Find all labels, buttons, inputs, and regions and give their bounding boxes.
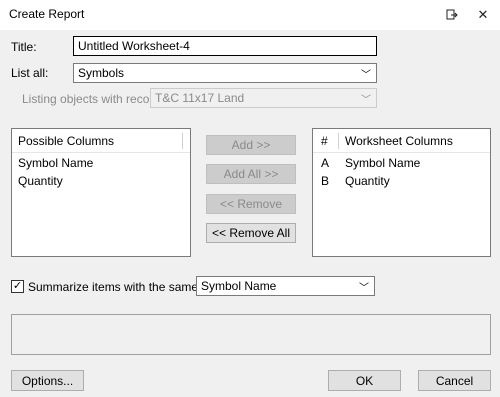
listing-record-dropdown[interactable]: T&C 11x17 Land ﹀ (150, 88, 377, 108)
ok-button[interactable]: OK (328, 370, 401, 391)
restore-window-icon-graphic (446, 9, 458, 20)
possible-columns-header-label: Possible Columns (18, 134, 115, 148)
list-item[interactable]: Quantity (18, 174, 63, 188)
title-label: Title: (11, 40, 37, 54)
column-separator (182, 133, 183, 149)
info-panel (11, 314, 491, 355)
restore-window-icon[interactable] (441, 5, 463, 25)
listing-record-value: T&C 11x17 Land (155, 91, 245, 105)
close-icon[interactable]: ✕ (472, 5, 494, 25)
possible-columns-header[interactable]: Possible Columns (12, 129, 190, 153)
summarize-label: Summarize items with the same: (28, 280, 202, 294)
chevron-down-icon: ﹀ (361, 70, 371, 81)
column-separator (338, 133, 339, 149)
summarize-checkbox[interactable]: ✓ (11, 280, 24, 293)
chevron-down-icon: ﹀ (361, 95, 371, 106)
worksheet-columns-list[interactable]: # Worksheet Columns A Symbol Name B Quan… (312, 128, 491, 257)
table-row-num[interactable]: A (321, 156, 329, 170)
remove-button[interactable]: << Remove (206, 194, 296, 214)
summarize-dropdown[interactable]: Symbol Name ﹀ (196, 276, 375, 296)
title-input[interactable]: Untitled Worksheet-4 (73, 36, 377, 56)
list-item[interactable]: Symbol Name (18, 156, 93, 170)
possible-columns-list[interactable]: Possible Columns Symbol Name Quantity (11, 128, 191, 257)
list-all-label: List all: (11, 66, 49, 80)
list-all-dropdown[interactable]: Symbols ﹀ (73, 63, 377, 83)
chevron-down-icon: ﹀ (359, 283, 369, 294)
worksheet-columns-header-label: Worksheet Columns (345, 134, 453, 148)
summarize-value: Symbol Name (201, 279, 277, 293)
table-row-name[interactable]: Quantity (345, 174, 390, 188)
window-title: Create Report (9, 7, 85, 21)
add-all-button[interactable]: Add All >> (206, 164, 296, 184)
table-row-name[interactable]: Symbol Name (345, 156, 420, 170)
list-all-value: Symbols (78, 66, 125, 80)
remove-all-button[interactable]: << Remove All (206, 223, 296, 243)
table-row-num[interactable]: B (321, 174, 329, 188)
add-button[interactable]: Add >> (206, 135, 296, 155)
listing-record-label: Listing objects with record: (22, 92, 164, 106)
worksheet-columns-header[interactable]: # Worksheet Columns (313, 129, 490, 153)
worksheet-columns-num-header: # (321, 134, 328, 148)
options-button[interactable]: Options... (11, 370, 84, 391)
cancel-button[interactable]: Cancel (418, 370, 491, 391)
